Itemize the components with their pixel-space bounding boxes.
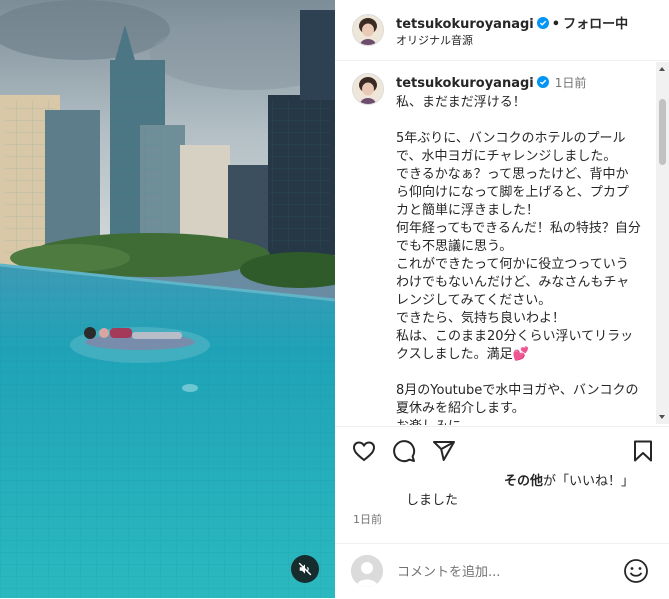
- likes-line-2: しました: [406, 493, 459, 508]
- post-media[interactable]: [0, 0, 335, 598]
- current-user-avatar: [351, 555, 383, 587]
- caption-username-link[interactable]: tetsukokuroyanagi: [396, 76, 534, 91]
- likes-line: その他が「いいね！」: [504, 470, 634, 489]
- audio-link[interactable]: オリジナル音源: [396, 32, 473, 48]
- share-icon: [433, 441, 455, 461]
- heart-emoji: 💕: [512, 347, 529, 362]
- separator-dot: •: [551, 17, 561, 32]
- caption-avatar[interactable]: [352, 73, 384, 105]
- profile-picture: [353, 74, 383, 104]
- caption-text: 私、まだまだ浮ける！ 5年ぶりに、バンコクのホテルのプールで、水中ヨガにチャレン…: [396, 94, 641, 425]
- verified-badge-icon: [536, 76, 549, 88]
- mute-button[interactable]: [291, 555, 319, 583]
- heart-icon: [352, 441, 376, 462]
- comment-icon: [393, 440, 416, 463]
- comment-bar: [335, 543, 669, 599]
- comment-button[interactable]: [392, 439, 416, 463]
- caption-body-continued: 8月のYoutubeで水中ヨガや、バンコクの夏休みを紹介します。 お楽しみに: [396, 383, 639, 425]
- scroll-down-arrow-icon[interactable]: [659, 415, 665, 419]
- speaker-muted-icon: [298, 562, 312, 576]
- avatar[interactable]: [352, 14, 384, 46]
- scroll-up-arrow-icon[interactable]: [659, 67, 665, 71]
- default-avatar-icon: [351, 555, 383, 587]
- likes-others-link[interactable]: その他: [504, 474, 543, 489]
- action-bar: [335, 426, 669, 473]
- post-side-panel: tetsukokuroyanagi • フォロー中 オリジナル音源 tetsukok…: [335, 0, 669, 598]
- video-frame: [0, 0, 335, 598]
- caption-section: tetsukokuroyanagi 1日前 私、まだまだ浮ける！ 5年ぶりに、バン…: [335, 61, 669, 425]
- post-header: tetsukokuroyanagi • フォロー中 オリジナル音源: [335, 0, 669, 61]
- caption-timestamp[interactable]: 1日前: [555, 76, 587, 90]
- username-link[interactable]: tetsukokuroyanagi: [396, 17, 534, 32]
- caption-user-line: tetsukokuroyanagi 1日前: [396, 74, 586, 91]
- caption-scrollbar[interactable]: [656, 62, 669, 424]
- bookmark-icon: [634, 440, 652, 462]
- likes-middle-text: が「いいね！」: [543, 474, 635, 489]
- scrollbar-thumb[interactable]: [659, 99, 666, 165]
- profile-picture: [353, 15, 383, 45]
- caption-body: 私、まだまだ浮ける！ 5年ぶりに、バンコクのホテルのプールで、水中ヨガにチャレン…: [396, 95, 641, 362]
- share-button[interactable]: [432, 439, 456, 463]
- save-button[interactable]: [631, 439, 655, 463]
- comment-input[interactable]: [395, 559, 619, 585]
- post-timestamp[interactable]: 1日前: [353, 511, 382, 527]
- verified-badge-icon: [536, 17, 549, 29]
- smiley-icon: [624, 559, 648, 583]
- emoji-button[interactable]: [623, 558, 649, 584]
- following-button[interactable]: フォロー中: [563, 17, 628, 32]
- header-user-line: tetsukokuroyanagi • フォロー中: [396, 13, 628, 32]
- like-button[interactable]: [352, 439, 376, 463]
